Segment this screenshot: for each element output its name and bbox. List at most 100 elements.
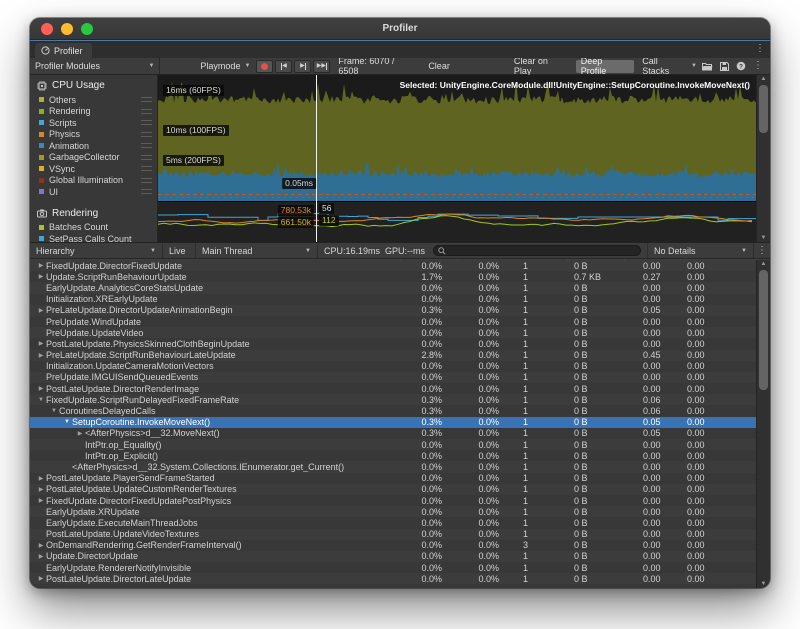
foldout-arrow-icon[interactable]: ▶ bbox=[36, 352, 46, 359]
details-mode-dropdown[interactable]: No Details▼ bbox=[647, 243, 754, 258]
table-row[interactable]: ▼CoroutinesDelayedCalls0.3%0.0%10 B0.060… bbox=[30, 405, 756, 416]
table-row[interactable]: EarlyUpdate.RendererNotifyInvisible0.0%0… bbox=[30, 562, 756, 573]
call-stacks-dropdown[interactable]: Call Stacks▼ bbox=[637, 58, 702, 74]
tab-profiler[interactable]: Profiler bbox=[35, 43, 92, 58]
table-row[interactable]: PreUpdate.IMGUISendQueuedEvents0.0%0.0%1… bbox=[30, 372, 756, 383]
legend-item[interactable]: Animation bbox=[30, 140, 157, 152]
foldout-arrow-icon[interactable]: ▶ bbox=[36, 575, 46, 582]
foldout-arrow-icon[interactable]: ▶ bbox=[36, 553, 46, 560]
playmode-dropdown[interactable]: Playmode▼ bbox=[195, 58, 255, 74]
table-row[interactable]: ▶Update.DirectorUpdate0.0%0.0%10 B0.000.… bbox=[30, 551, 756, 562]
table-row[interactable]: IntPtr.op_Explicit()0.0%0.0%10 B0.000.00 bbox=[30, 450, 756, 461]
table-row[interactable]: ▶PostLateUpdate.UpdateCustomRenderTextur… bbox=[30, 484, 756, 495]
legend-item[interactable]: Batches Count bbox=[30, 222, 157, 234]
table-row[interactable]: ▶PreLateUpdate.ScriptRunBehaviourLateUpd… bbox=[30, 350, 756, 361]
drag-handle-icon[interactable] bbox=[141, 189, 152, 194]
foldout-arrow-icon[interactable]: ▼ bbox=[36, 397, 46, 403]
table-row[interactable]: ▶PostLateUpdate.DirectorLateUpdate0.0%0.… bbox=[30, 573, 756, 584]
legend-item[interactable]: Scripts bbox=[30, 117, 157, 129]
drag-handle-icon[interactable] bbox=[141, 109, 152, 114]
foldout-arrow-icon[interactable]: ▼ bbox=[62, 419, 72, 425]
clear-on-play-button[interactable]: Clear on Play bbox=[508, 56, 573, 76]
legend-item[interactable]: Others bbox=[30, 94, 157, 106]
foldout-arrow-icon[interactable]: ▶ bbox=[36, 307, 46, 314]
module-cpu-usage[interactable]: CPU Usage bbox=[30, 78, 157, 93]
chart-scroll-thumb[interactable] bbox=[759, 85, 768, 133]
table-row[interactable]: ▶OnDemandRendering.GetRenderFrameInterva… bbox=[30, 540, 756, 551]
tab-strip-menu-icon[interactable]: ⋮ bbox=[755, 44, 765, 54]
drag-handle-icon[interactable] bbox=[141, 155, 152, 160]
foldout-arrow-icon[interactable]: ▼ bbox=[49, 408, 59, 414]
table-row[interactable]: EarlyUpdate.AnalyticsCoreStatsUpdate0.0%… bbox=[30, 282, 756, 293]
foldout-arrow-icon[interactable]: ▶ bbox=[36, 340, 46, 347]
table-row[interactable]: PostLateUpdate.UpdateVideoTextures0.0%0.… bbox=[30, 529, 756, 540]
module-rendering[interactable]: Rendering bbox=[30, 206, 157, 221]
table-row[interactable]: Initialization.XREarlyUpdate0.0%0.0%10 B… bbox=[30, 294, 756, 305]
thread-dropdown[interactable]: Main Thread▼ bbox=[196, 243, 318, 258]
table-scroll-thumb[interactable] bbox=[759, 270, 768, 390]
legend-item[interactable]: Rendering bbox=[30, 106, 157, 118]
table-row[interactable]: Initialization.UpdateCameraMotionVectors… bbox=[30, 361, 756, 372]
table-row[interactable]: ▶PreLateUpdate.DirectorUpdateAnimationBe… bbox=[30, 305, 756, 316]
scroll-up-icon[interactable]: ▲ bbox=[757, 76, 770, 82]
table-row[interactable]: EarlyUpdate.ExecuteMainThreadJobs0.0%0.0… bbox=[30, 517, 756, 528]
table-row[interactable]: PreUpdate.WindUpdate0.0%0.0%10 B0.000.00 bbox=[30, 316, 756, 327]
table-row[interactable]: ▶<AfterPhysics>d__32.MoveNext()0.3%0.0%1… bbox=[30, 428, 756, 439]
table-row[interactable]: ▶PostLateUpdate.PlayerSendFrameStarted0.… bbox=[30, 473, 756, 484]
selected-frame-indicator[interactable] bbox=[316, 75, 317, 242]
table-row[interactable]: ▶FixedUpdate.DirectorFixedUpdatePostPhys… bbox=[30, 495, 756, 506]
minimize-window-button[interactable] bbox=[61, 23, 73, 35]
foldout-arrow-icon[interactable]: ▶ bbox=[36, 385, 46, 392]
legend-item[interactable]: GarbageCollector bbox=[30, 152, 157, 164]
live-toggle[interactable]: Live bbox=[163, 243, 196, 258]
drag-handle-icon[interactable] bbox=[141, 143, 152, 148]
table-row[interactable]: EarlyUpdate.XRUpdate0.0%0.0%10 B0.000.00 bbox=[30, 506, 756, 517]
details-menu-icon[interactable]: ⋮ bbox=[754, 243, 770, 258]
legend-item[interactable]: UI bbox=[30, 186, 157, 198]
foldout-arrow-icon[interactable]: ▶ bbox=[36, 486, 46, 493]
table-row[interactable]: PreUpdate.UpdateVideo0.0%0.0%10 B0.000.0… bbox=[30, 327, 756, 338]
table-row[interactable]: IntPtr.op_Equality()0.0%0.0%10 B0.000.00 bbox=[30, 439, 756, 450]
drag-handle-icon[interactable] bbox=[141, 166, 152, 171]
table-row[interactable]: ▶PostLateUpdate.DirectorRenderImage0.0%0… bbox=[30, 383, 756, 394]
current-frame-button[interactable]: ▶▶ bbox=[313, 60, 330, 73]
clear-button[interactable]: Clear bbox=[422, 61, 456, 71]
legend-item[interactable]: Global Illumination bbox=[30, 175, 157, 187]
scroll-up-icon[interactable]: ▲ bbox=[757, 261, 770, 267]
search-box[interactable] bbox=[433, 245, 641, 256]
table-scrollbar[interactable]: ▲ ▼ bbox=[756, 260, 770, 588]
load-profile-icon[interactable] bbox=[702, 62, 713, 71]
table-row[interactable]: ▶FixedUpdate.DirectorFixedUpdate0.0%0.0%… bbox=[30, 260, 756, 271]
hierarchy-view-dropdown[interactable]: Hierarchy▼ bbox=[30, 243, 163, 258]
scroll-down-icon[interactable]: ▼ bbox=[757, 235, 770, 241]
table-row-selected[interactable]: ▼SetupCoroutine.InvokeMoveNext()0.3%0.0%… bbox=[30, 417, 756, 428]
drag-handle-icon[interactable] bbox=[141, 97, 152, 102]
scroll-down-icon[interactable]: ▼ bbox=[757, 581, 770, 587]
rendering-chart[interactable]: 780.53k 661.50k 56 112 bbox=[158, 202, 756, 242]
table-row[interactable]: ▶PostLateUpdate.PhysicsSkinnedClothBegin… bbox=[30, 338, 756, 349]
foldout-arrow-icon[interactable]: ▶ bbox=[36, 262, 46, 269]
search-input[interactable] bbox=[449, 246, 636, 256]
close-window-button[interactable] bbox=[41, 23, 53, 35]
foldout-arrow-icon[interactable]: ▶ bbox=[36, 542, 46, 549]
deep-profile-toggle[interactable]: Deep Profile bbox=[576, 60, 634, 73]
foldout-arrow-icon[interactable]: ▶ bbox=[36, 273, 46, 280]
profiler-modules-dropdown[interactable]: Profiler Modules▼ bbox=[30, 58, 160, 74]
table-row[interactable]: <AfterPhysics>d__32.System.Collections.I… bbox=[30, 461, 756, 472]
cpu-usage-chart[interactable]: Selected: UnityEngine.CoreModule.dll!Uni… bbox=[158, 75, 756, 202]
help-icon[interactable]: ? bbox=[736, 61, 746, 71]
drag-handle-icon[interactable] bbox=[141, 120, 152, 125]
prev-frame-button[interactable]: ◀ bbox=[275, 60, 292, 73]
table-row[interactable]: ▼FixedUpdate.ScriptRunDelayedFixedFrameR… bbox=[30, 394, 756, 405]
drag-handle-icon[interactable] bbox=[141, 132, 152, 137]
save-profile-icon[interactable] bbox=[720, 62, 729, 71]
legend-item[interactable]: SetPass Calls Count bbox=[30, 233, 157, 242]
foldout-arrow-icon[interactable]: ▶ bbox=[36, 475, 46, 482]
zoom-window-button[interactable] bbox=[81, 23, 93, 35]
drag-handle-icon[interactable] bbox=[141, 178, 152, 183]
legend-item[interactable]: VSync bbox=[30, 163, 157, 175]
chart-area[interactable]: Selected: UnityEngine.CoreModule.dll!Uni… bbox=[158, 75, 756, 242]
foldout-arrow-icon[interactable]: ▶ bbox=[75, 430, 85, 437]
table-row[interactable]: ▶Update.ScriptRunBehaviourUpdate1.7%0.0%… bbox=[30, 271, 756, 282]
toolbar-menu-icon[interactable]: ⋮ bbox=[753, 61, 763, 71]
